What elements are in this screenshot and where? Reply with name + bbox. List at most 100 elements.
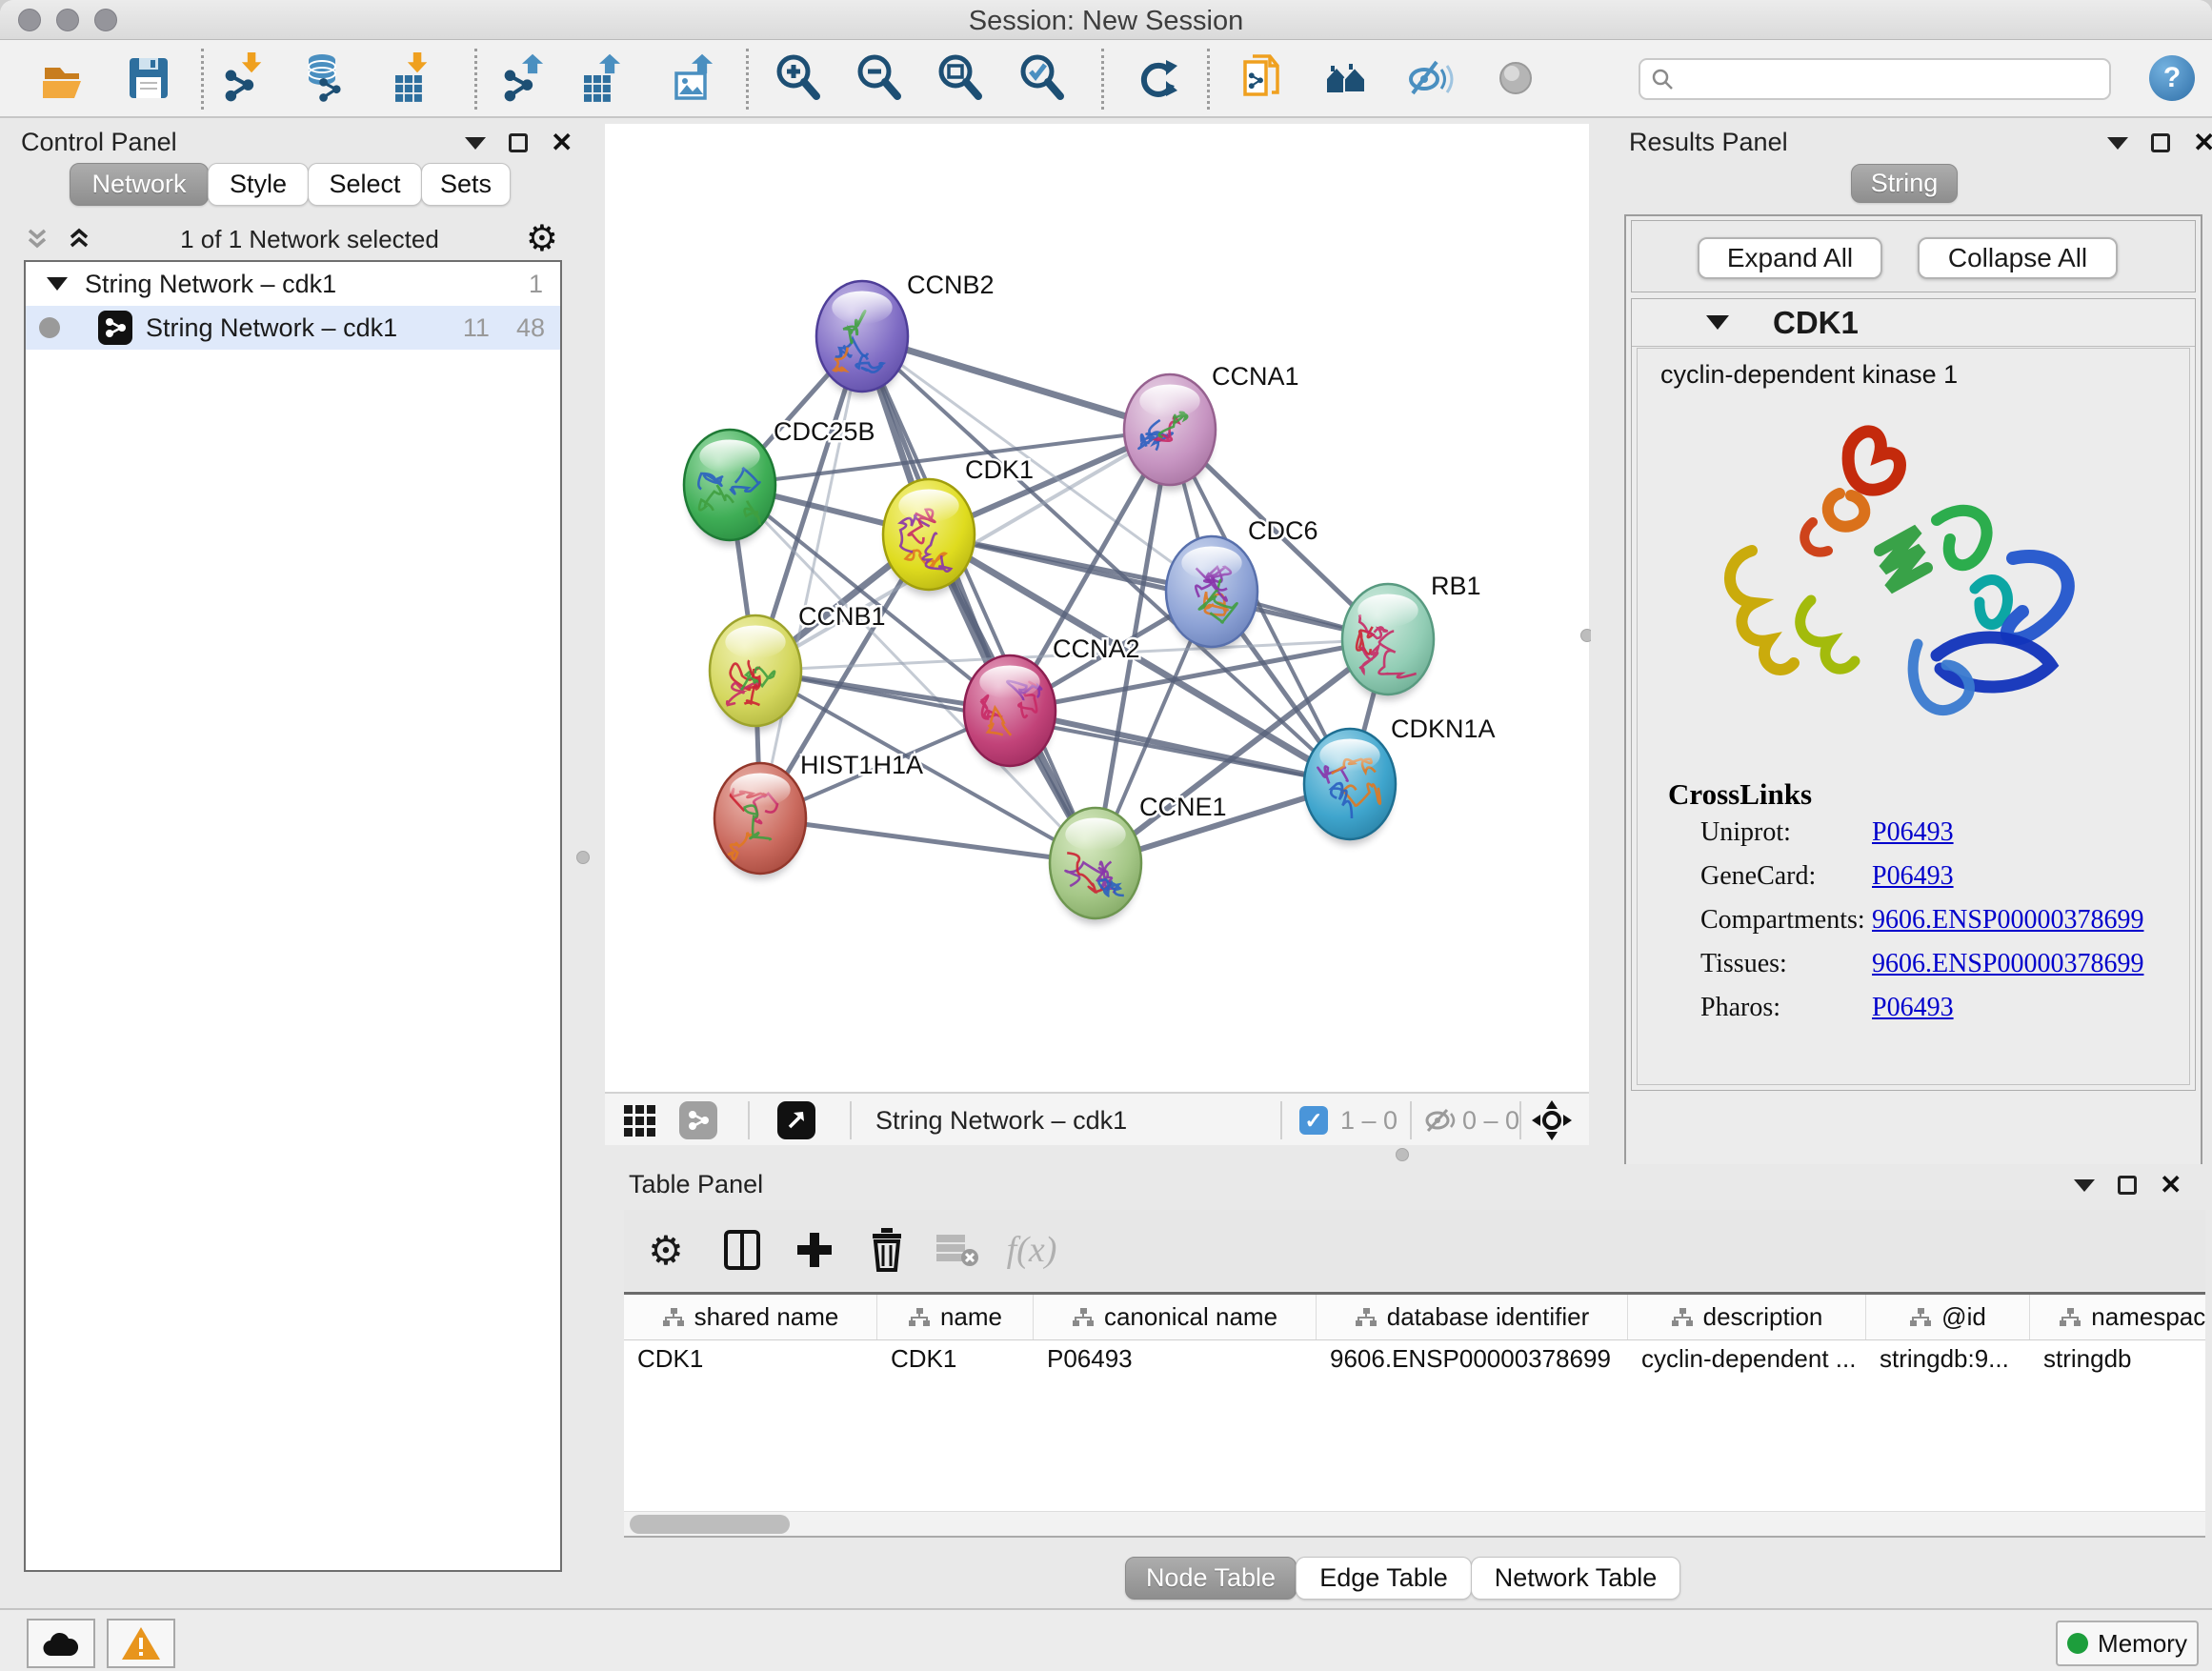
tab-network[interactable]: Network xyxy=(70,163,209,206)
export-network-button[interactable] xyxy=(499,50,553,109)
crosslink-link[interactable]: 9606.ENSP00000378699 xyxy=(1872,949,2143,991)
table-cell[interactable]: P06493 xyxy=(1034,1340,1317,1377)
network-edge xyxy=(862,336,1096,863)
toolbar-separator xyxy=(1101,49,1104,110)
panel-close-icon[interactable]: ✕ xyxy=(551,133,573,152)
crosslink-link[interactable]: P06493 xyxy=(1872,817,1954,859)
panel-close-icon[interactable]: ✕ xyxy=(2160,1176,2182,1195)
table-cell[interactable]: stringdb:9... xyxy=(1866,1340,2030,1377)
export-image-button[interactable] xyxy=(669,50,722,109)
table-cell[interactable]: CDK1 xyxy=(624,1340,877,1377)
column-header-canonical-name[interactable]: canonical name xyxy=(1034,1295,1317,1339)
tab-edge-table[interactable]: Edge Table xyxy=(1296,1557,1472,1600)
network-node-CCNA1[interactable] xyxy=(1124,374,1216,485)
scrollbar-thumb[interactable] xyxy=(630,1515,790,1534)
gear-icon[interactable]: ⚙ xyxy=(526,221,558,257)
help-button[interactable]: ? xyxy=(2149,55,2195,101)
section-expander-icon[interactable] xyxy=(1706,315,1729,330)
network-canvas[interactable]: CCNB2CCNA1CDC25BCDK1CDC6RB1CCNB1CCNA2HIS… xyxy=(605,124,1589,1092)
eye-wave-button[interactable] xyxy=(1404,50,1458,109)
network-collection-row[interactable]: String Network – cdk1 1 xyxy=(26,262,560,306)
double-house-button[interactable] xyxy=(1319,50,1373,109)
save-session-button[interactable] xyxy=(122,50,175,109)
network-node-CDK1[interactable] xyxy=(883,479,975,590)
delete-column-trash-icon[interactable] xyxy=(856,1219,917,1280)
crosslink-link[interactable]: 9606.ENSP00000378699 xyxy=(1872,905,2143,947)
tab-node-table[interactable]: Node Table xyxy=(1125,1557,1297,1600)
table-cell[interactable]: stringdb xyxy=(2030,1340,2205,1377)
import-network-from-database-button[interactable] xyxy=(301,50,354,109)
column-header-name[interactable]: name xyxy=(877,1295,1034,1339)
table-cell[interactable]: CDK1 xyxy=(877,1340,1034,1377)
crosslink-link[interactable]: P06493 xyxy=(1872,993,1954,1035)
network-node-CCNA2[interactable] xyxy=(964,655,1056,766)
table-cell[interactable]: cyclin-dependent ... xyxy=(1628,1340,1866,1377)
panel-float-icon[interactable] xyxy=(2118,1176,2137,1195)
open-session-button[interactable] xyxy=(37,50,90,109)
table-row[interactable]: CDK1CDK1P064939606.ENSP00000378699cyclin… xyxy=(624,1340,2205,1377)
column-header-shared-name[interactable]: shared name xyxy=(624,1295,877,1339)
selected-checkbox[interactable]: ✓ xyxy=(1299,1094,1328,1147)
import-table-button[interactable] xyxy=(386,50,439,109)
network-node-CCNE1[interactable] xyxy=(1050,808,1141,918)
column-header--id[interactable]: @id xyxy=(1866,1295,2030,1339)
grid-view-icon[interactable] xyxy=(622,1094,656,1147)
tab-style[interactable]: Style xyxy=(208,163,309,206)
network-node-CDKN1A[interactable] xyxy=(1304,729,1396,839)
tab-sets[interactable]: Sets xyxy=(421,163,511,206)
column-header-namespace[interactable]: namespace xyxy=(2030,1295,2205,1339)
tab-string[interactable]: String xyxy=(1851,164,1958,203)
network-node-CDC6[interactable] xyxy=(1166,536,1257,647)
cloud-button[interactable] xyxy=(27,1619,95,1668)
panel-menu-icon[interactable] xyxy=(2107,137,2128,150)
document-share-button[interactable] xyxy=(1236,50,1289,109)
share-view-icon[interactable] xyxy=(679,1094,717,1147)
panel-menu-icon[interactable] xyxy=(2074,1179,2095,1192)
network-node-CDC25B[interactable] xyxy=(684,430,775,540)
table-cell[interactable]: 9606.ENSP00000378699 xyxy=(1317,1340,1628,1377)
network-node-CCNB2[interactable] xyxy=(816,281,908,392)
apply-layout-button[interactable] xyxy=(1130,50,1183,109)
network-row[interactable]: String Network – cdk1 11 48 xyxy=(26,306,560,350)
panel-close-icon[interactable]: ✕ xyxy=(2193,133,2212,152)
export-image-icon xyxy=(673,52,718,106)
collapse-all-button[interactable]: Collapse All xyxy=(1918,237,2118,279)
search-input[interactable] xyxy=(1639,58,2111,100)
expand-all-icon[interactable] xyxy=(65,225,93,253)
zoom-in-button[interactable] xyxy=(771,50,824,109)
eye-disabled-button[interactable] xyxy=(1489,50,1542,109)
cdk1-section-header[interactable]: CDK1 xyxy=(1632,299,2195,347)
zoom-out-button[interactable] xyxy=(852,50,905,109)
column-header-description[interactable]: description xyxy=(1628,1295,1866,1339)
tab-network-table[interactable]: Network Table xyxy=(1471,1557,1680,1600)
network-node-HIST1H1A[interactable] xyxy=(714,763,806,874)
collapse-all-icon[interactable] xyxy=(23,225,51,253)
horizontal-splitter-handle[interactable] xyxy=(1396,1148,1409,1161)
birds-eye-view-icon[interactable] xyxy=(777,1094,815,1147)
vertical-splitter-handle[interactable] xyxy=(576,851,590,864)
tab-select[interactable]: Select xyxy=(308,163,422,206)
hidden-eye-icon[interactable] xyxy=(1422,1094,1458,1147)
node-label-CDC25B: CDC25B xyxy=(774,417,875,446)
node-label-CCNA2: CCNA2 xyxy=(1053,634,1140,663)
select-columns-icon[interactable] xyxy=(712,1219,773,1280)
center-view-icon[interactable] xyxy=(1531,1094,1573,1147)
network-node-RB1[interactable] xyxy=(1342,584,1434,695)
export-table-button[interactable] xyxy=(576,50,630,109)
fit-content-button[interactable] xyxy=(933,50,986,109)
column-header-database-identifier[interactable]: database identifier xyxy=(1317,1295,1628,1339)
add-column-icon[interactable] xyxy=(784,1219,845,1280)
warning-button[interactable] xyxy=(107,1619,175,1668)
network-node-CCNB1[interactable] xyxy=(710,615,801,726)
panel-float-icon[interactable] xyxy=(509,133,528,152)
import-network-button[interactable] xyxy=(220,50,273,109)
table-horizontal-scrollbar[interactable] xyxy=(624,1511,2205,1536)
zoom-selected-button[interactable] xyxy=(1015,50,1068,109)
table-settings-gear-icon[interactable]: ⚙ xyxy=(635,1219,696,1280)
memory-button[interactable]: Memory xyxy=(2056,1621,2199,1666)
expand-all-button[interactable]: Expand All xyxy=(1698,237,1882,279)
panel-menu-icon[interactable] xyxy=(465,137,486,150)
tree-expander-icon[interactable] xyxy=(47,277,68,291)
crosslink-link[interactable]: P06493 xyxy=(1872,861,1954,903)
panel-float-icon[interactable] xyxy=(2151,133,2170,152)
